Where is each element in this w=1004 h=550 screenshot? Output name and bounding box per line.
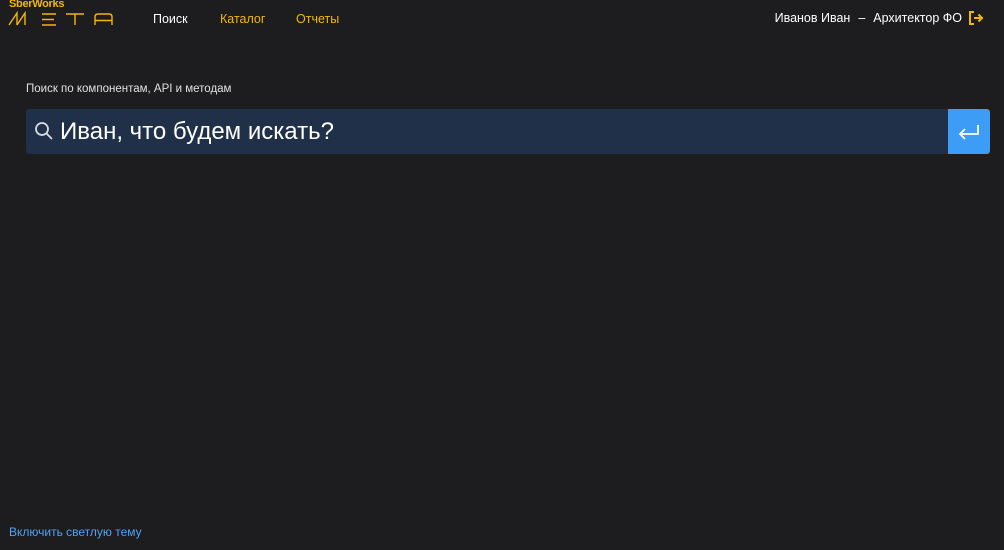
nav-item-search[interactable]: Поиск <box>153 12 188 26</box>
top-bar: SberWorks Поиск Каталог Отчеты Иванов Ив… <box>0 0 1004 40</box>
light-theme-toggle[interactable]: Включить светлую тему <box>9 525 142 539</box>
search-icon <box>35 122 53 140</box>
logo-wordmark <box>8 11 113 26</box>
search-bar <box>26 109 990 154</box>
nav-item-catalog[interactable]: Каталог <box>220 12 265 26</box>
user-name: Иванов Иван <box>774 11 851 25</box>
user-info: Иванов Иван – Архитектор ФО <box>775 10 984 26</box>
logout-icon[interactable] <box>968 10 984 26</box>
search-input[interactable] <box>60 109 940 154</box>
search-label: Поиск по компонентам, API и методам <box>26 83 232 95</box>
nav-item-reports[interactable]: Отчеты <box>296 12 339 26</box>
search-submit-button[interactable] <box>948 109 990 154</box>
logo-brand-text: SberWorks <box>9 0 65 10</box>
logo[interactable]: SberWorks <box>8 0 118 33</box>
user-separator: – <box>858 11 866 25</box>
user-role: Архитектор ФО <box>873 11 962 25</box>
enter-icon <box>958 124 979 140</box>
